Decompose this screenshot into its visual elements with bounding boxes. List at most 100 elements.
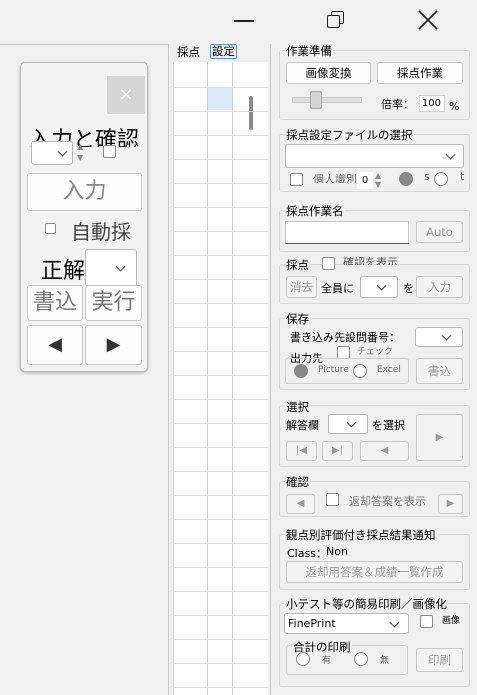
file-title: 採点設定ファイルの選択 [285, 127, 414, 143]
float-auto-check[interactable] [45, 223, 56, 234]
grid-row [173, 279, 268, 280]
select-title: 選択 [285, 399, 310, 415]
grid-row [173, 327, 268, 328]
grid-row [173, 495, 268, 496]
select-next-button[interactable]: ▶ [416, 414, 463, 461]
notice-title: 観点別評価付き採点結果通知 [285, 527, 437, 543]
select-prev-button[interactable]: ◀ [360, 441, 409, 461]
grid-row [173, 87, 268, 88]
grid-body[interactable] [173, 62, 268, 695]
dest-question-combo[interactable] [415, 327, 463, 347]
zoom-unit: % [449, 100, 460, 113]
chevron-down-icon [445, 149, 456, 160]
float-correct-label: 正解 [41, 259, 86, 284]
float-prev-button[interactable]: ◀ [27, 325, 83, 365]
float-next-button[interactable]: ▶ [85, 325, 142, 365]
print-button[interactable]: 印刷 [416, 648, 463, 672]
float-correct-combo[interactable] [85, 249, 137, 287]
grid-scrollbar[interactable] [249, 96, 253, 130]
radio-yes[interactable] [296, 652, 310, 666]
individual-check[interactable] [290, 173, 303, 186]
tab-settings[interactable]: 設定 [210, 44, 237, 59]
grid-row [173, 207, 268, 208]
save-write-button[interactable]: 書込 [416, 358, 463, 384]
image-label: 画像 [442, 616, 461, 626]
work-name-input[interactable] [285, 221, 409, 244]
auto-button[interactable]: Auto [416, 221, 463, 243]
close-button[interactable] [410, 4, 446, 36]
float-close-button[interactable]: × [107, 76, 145, 114]
zoom-input[interactable]: 100 [419, 95, 445, 112]
confirm-check[interactable] [322, 257, 335, 270]
radio-t-label: t [460, 170, 465, 183]
grid-row [173, 423, 268, 424]
excel-label: Excel [377, 365, 401, 375]
radio-s-label: s [424, 170, 430, 183]
picture-label: Picture [318, 365, 349, 375]
select-first-button[interactable]: |◀ [286, 441, 317, 461]
spin-input[interactable]: 0 [357, 172, 373, 189]
save-title: 保存 [285, 311, 310, 327]
grid-row [173, 231, 268, 232]
dest-question-label: 書き込み先設問番号： [290, 331, 400, 344]
name-title: 採点作業名 [285, 203, 345, 219]
tab-score[interactable]: 採点 [177, 44, 200, 60]
grid-row [173, 183, 268, 184]
close-icon [418, 10, 438, 30]
file-select[interactable] [285, 144, 464, 168]
divider [0, 44, 168, 45]
chevron-down-icon [376, 280, 387, 291]
create-return-button[interactable]: 返却用答案＆成績一覧作成 [286, 561, 463, 583]
score-combo[interactable] [360, 276, 398, 298]
restore-button[interactable] [318, 4, 354, 36]
printer-select[interactable]: FinePrint [284, 613, 409, 634]
radio-picture[interactable] [294, 364, 308, 378]
erase-button[interactable]: 消去 [286, 276, 317, 298]
float-auto-label: 自動採 [71, 220, 131, 244]
chevron-down-icon [57, 146, 68, 157]
grid-row [173, 471, 268, 472]
zoom-label: 倍率： [381, 98, 414, 111]
grid-row [173, 447, 268, 448]
grid-row [173, 375, 268, 376]
radio-no[interactable] [354, 652, 368, 666]
printer-value: FinePrint [288, 617, 336, 630]
answer-col-combo[interactable] [328, 414, 368, 434]
scoring-title: 採点 [285, 257, 310, 273]
confirm-next-button[interactable]: ▶ [438, 494, 463, 514]
float-input-button[interactable]: 入力 [27, 173, 142, 211]
float-check[interactable] [103, 145, 116, 158]
float-write-button[interactable]: 書込 [27, 285, 83, 321]
grid-row [173, 591, 268, 592]
return-label: 返却答案を表示 [349, 495, 426, 508]
float-run-button[interactable]: 実行 [85, 285, 142, 321]
grid-row [173, 615, 268, 616]
score-input-button[interactable]: 入力 [416, 276, 463, 298]
radio-t[interactable] [434, 172, 448, 186]
float-spin[interactable]: ▲ ▼ [77, 141, 89, 165]
grid-panel-splitter[interactable] [270, 44, 271, 695]
answer-col-label: 解答欄 [286, 419, 319, 432]
score-work-button[interactable]: 採点作業 [377, 62, 463, 84]
individual-label: 個人識別 [313, 173, 356, 183]
select-last-button[interactable]: ▶| [322, 441, 353, 461]
class-label: Class： [287, 547, 327, 560]
confirm-title: 確認 [285, 474, 310, 490]
wo-label: を [403, 282, 414, 295]
zoom-slider-track[interactable] [292, 97, 362, 103]
image-check[interactable] [420, 615, 433, 628]
return-check[interactable] [326, 493, 339, 506]
radio-excel[interactable] [353, 364, 367, 378]
spin-arrows[interactable]: ▲ ▼ [375, 171, 381, 189]
minimize-button[interactable] [226, 4, 262, 36]
grid-selected-cell[interactable] [208, 88, 232, 110]
grid-row [173, 135, 268, 136]
zoom-slider-thumb[interactable] [310, 91, 322, 109]
grid-row [173, 639, 268, 640]
float-combo[interactable] [31, 141, 73, 165]
radio-s[interactable] [399, 172, 413, 186]
grid-row [173, 399, 268, 400]
select-label: を選択 [372, 419, 405, 432]
confirm-prev-button[interactable]: ◀ [286, 494, 315, 514]
convert-button[interactable]: 画像変換 [286, 62, 371, 84]
